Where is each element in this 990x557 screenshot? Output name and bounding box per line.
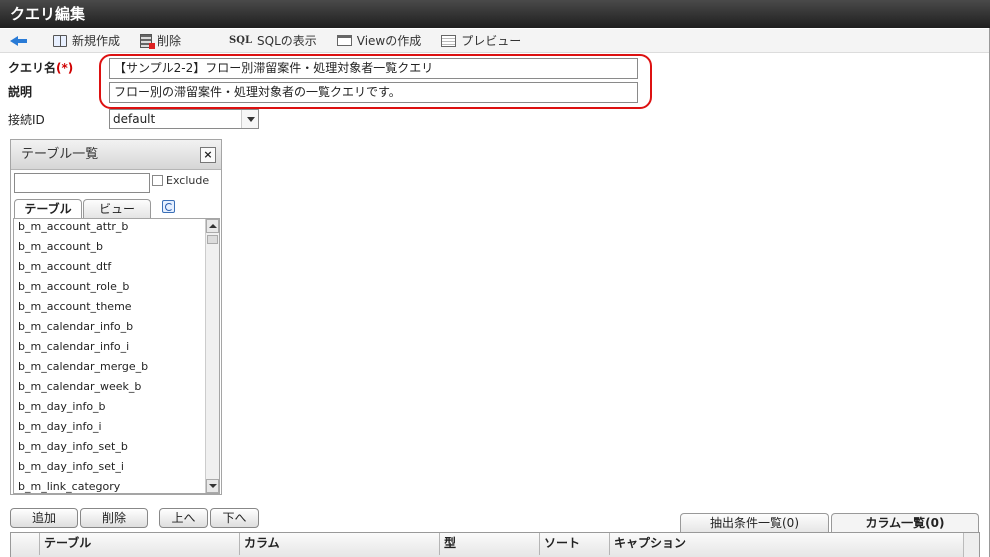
list-item[interactable]: b_m_day_info_i xyxy=(14,419,207,439)
scroll-thumb[interactable] xyxy=(207,235,218,244)
preview-button[interactable]: プレビュー xyxy=(435,30,527,52)
show-sql-label: SQLの表示 xyxy=(257,34,317,48)
list-item[interactable]: b_m_calendar_merge_b xyxy=(14,359,207,379)
delete-button[interactable]: 削除 xyxy=(134,30,223,52)
window-icon xyxy=(336,35,352,46)
show-sql-button[interactable]: SQL SQLの表示 xyxy=(223,30,331,52)
list-item[interactable]: b_m_calendar_week_b xyxy=(14,379,207,399)
tab-view[interactable]: ビュー xyxy=(83,199,151,218)
remove-button[interactable]: 削除 xyxy=(80,508,148,528)
list-item[interactable]: b_m_account_b xyxy=(14,239,207,259)
scroll-up-icon[interactable] xyxy=(206,219,219,233)
exclude-label: Exclude xyxy=(166,174,210,187)
exclude-checkbox[interactable]: Exclude xyxy=(152,174,209,187)
list-item[interactable]: b_m_calendar_info_i xyxy=(14,339,207,359)
query-name-label: クエリ名(*) xyxy=(8,59,73,76)
tab-columns[interactable]: カラム一覧(0) xyxy=(831,513,979,532)
list-item[interactable]: b_m_account_role_b xyxy=(14,279,207,299)
list-item[interactable]: b_m_day_info_set_i xyxy=(14,459,207,479)
grid-header-sort[interactable]: ソート xyxy=(540,533,610,555)
connection-label: 接続ID xyxy=(8,113,45,127)
delete-icon xyxy=(140,33,156,49)
move-down-button[interactable]: 下へ xyxy=(210,508,259,528)
list-item[interactable]: b_m_day_info_b xyxy=(14,399,207,419)
grid-header-table[interactable]: テーブル xyxy=(40,533,240,555)
table-list-scrollbar[interactable] xyxy=(205,219,219,493)
connection-value: default xyxy=(113,112,156,126)
back-arrow-icon xyxy=(10,35,28,47)
table-list: b_m_account_attr_b b_m_account_b b_m_acc… xyxy=(13,218,220,494)
tab-table[interactable]: テーブル xyxy=(14,199,82,218)
scroll-down-icon[interactable] xyxy=(206,479,219,493)
close-icon[interactable]: × xyxy=(200,147,216,163)
grid-header-caption[interactable]: キャプション xyxy=(610,533,964,555)
create-view-label: Viewの作成 xyxy=(356,34,422,48)
table-list-items: b_m_account_attr_b b_m_account_b b_m_acc… xyxy=(14,219,207,493)
list-item[interactable]: b_m_account_theme xyxy=(14,299,207,319)
preview-icon xyxy=(441,34,457,47)
table-filter-input[interactable] xyxy=(14,173,150,193)
chevron-down-icon[interactable] xyxy=(241,110,258,128)
grid-header-column[interactable]: カラム xyxy=(240,533,440,555)
query-name-label-text: クエリ名 xyxy=(8,61,57,75)
tab-conditions[interactable]: 抽出条件一覧(0) xyxy=(680,513,829,532)
table-list-title: テーブル一覧 xyxy=(21,147,99,162)
new-button[interactable]: 新規作成 xyxy=(47,30,134,52)
move-up-button[interactable]: 上へ xyxy=(159,508,208,528)
toolbar: 新規作成 削除 SQL SQLの表示 Viewの作成 プレビュー xyxy=(0,29,990,53)
table-list-panel: テーブル一覧 × Exclude テーブル ビュー b_m_account_at… xyxy=(10,139,222,495)
list-item[interactable]: b_m_account_attr_b xyxy=(14,219,207,239)
list-item[interactable]: b_m_account_dtf xyxy=(14,259,207,279)
column-grid: テーブル カラム 型 ソート キャプション xyxy=(10,532,980,557)
grid-header-type[interactable]: 型 xyxy=(440,533,540,555)
table-list-header: テーブル一覧 × xyxy=(11,140,221,170)
grid-row-header xyxy=(11,533,40,555)
delete-button-label: 削除 xyxy=(157,34,182,48)
grid-scrollbar[interactable] xyxy=(963,533,979,557)
checkbox-icon[interactable] xyxy=(152,175,163,186)
sql-icon: SQL xyxy=(229,35,252,46)
window-title: クエリ編集 xyxy=(0,0,990,28)
preview-label: プレビュー xyxy=(461,34,522,48)
add-button[interactable]: 追加 xyxy=(10,508,78,528)
description-label: 説明 xyxy=(8,85,33,99)
create-view-button[interactable]: Viewの作成 xyxy=(331,30,435,52)
highlight-annotation xyxy=(99,54,652,109)
book-icon xyxy=(53,34,67,47)
new-button-label: 新規作成 xyxy=(72,34,121,48)
list-item[interactable]: b_m_day_info_set_b xyxy=(14,439,207,459)
required-mark: (*) xyxy=(56,61,74,75)
back-button[interactable] xyxy=(0,30,47,52)
list-item[interactable]: b_m_link_category xyxy=(14,479,207,493)
list-item[interactable]: b_m_calendar_info_b xyxy=(14,319,207,339)
connection-select[interactable]: default xyxy=(109,109,259,129)
refresh-icon[interactable] xyxy=(162,200,175,213)
